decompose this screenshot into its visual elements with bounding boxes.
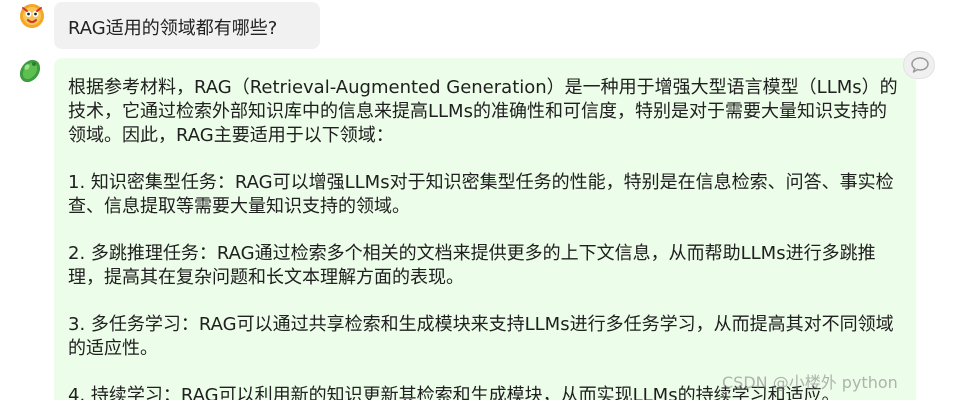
assistant-message-bubble: 根据参考材料，RAG（Retrieval-Augmented Generatio… [54,58,916,400]
chat-window: RAG适用的领域都有哪些? 根据参考材料，RAG（Retrieval-Augme… [0,0,960,400]
assistant-paragraph-intro: 根据参考材料，RAG（Retrieval-Augmented Generatio… [68,77,898,146]
assistant-paragraph-item-2: 2. 多跳推理任务：RAG通过检索多个相关的文档来提供更多的上下文信息，从而帮助… [68,243,876,288]
comment-button[interactable] [903,51,935,79]
user-message-bubble: RAG适用的领域都有哪些? [54,2,320,49]
user-message-text: RAG适用的领域都有哪些? [68,18,278,39]
assistant-paragraph-item-4: 4. 持续学习：RAG可以利用新的知识更新其检索和生成模块，从而实现LLMs的持… [68,385,840,400]
user-avatar-icon [18,2,46,30]
assistant-paragraph-item-1: 1. 知识密集型任务：RAG可以增强LLMs对于知识密集型任务的性能，特别是在信… [68,172,894,217]
bot-avatar-icon [16,56,44,84]
assistant-paragraph-item-3: 3. 多任务学习：RAG可以通过共享检索和生成模块来支持LLMs进行多任务学习，… [68,314,894,359]
